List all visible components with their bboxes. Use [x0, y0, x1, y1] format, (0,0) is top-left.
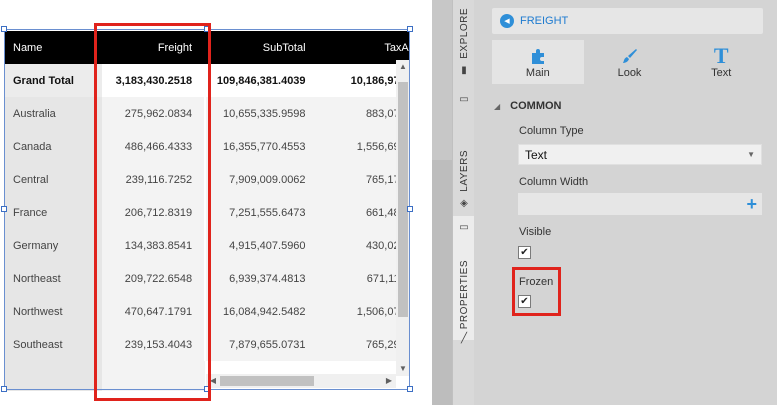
pivot-grid-area: Name Freight SubTotal TaxAmt Grand Total… — [0, 0, 432, 405]
properties-window-icon: ▭ — [459, 222, 469, 233]
back-arrow-icon[interactable]: ◀ — [500, 14, 514, 28]
column-width-field[interactable]: + — [518, 193, 762, 215]
tab-layers[interactable]: ▭ LAYERS ◈ — [453, 94, 475, 209]
visible-checkbox[interactable]: ✔ — [518, 246, 531, 259]
common-section-header[interactable]: ◢ COMMON — [494, 100, 561, 112]
expand-icon[interactable]: ◢ — [494, 102, 500, 111]
resize-handle[interactable] — [407, 26, 413, 32]
tab-properties-label: PROPERTIES — [458, 260, 470, 330]
tab-layers-label: LAYERS — [458, 150, 470, 192]
section-title: COMMON — [510, 100, 562, 112]
tab-explore-label: EXPLORE — [458, 8, 470, 59]
breadcrumb[interactable]: ◀ FREIGHT — [492, 8, 763, 34]
splitter-scroll — [432, 160, 452, 405]
layers-icon: ◈ — [460, 197, 468, 209]
frozen-highlight — [512, 267, 561, 316]
text-icon: T — [713, 43, 729, 68]
side-tab-strip: EXPLORE ▮ ▭ LAYERS ◈ ▭ PROPERTIES ╱ — [452, 0, 475, 405]
brush-icon — [621, 45, 639, 67]
resize-handle[interactable] — [407, 386, 413, 392]
explore-icon: ▮ — [461, 64, 467, 76]
tab-text[interactable]: T Text — [675, 40, 767, 84]
resize-handle[interactable] — [1, 206, 7, 212]
resize-handle[interactable] — [407, 206, 413, 212]
properties-panel: ◀ FREIGHT Main Look T Text ◢ COMMON Colu… — [474, 0, 777, 405]
column-type-select[interactable]: Text ▼ — [518, 144, 762, 165]
breadcrumb-label: FREIGHT — [520, 15, 569, 27]
tab-main[interactable]: Main — [492, 40, 584, 84]
column-type-value: Text — [525, 147, 548, 162]
visible-label: Visible — [519, 226, 552, 238]
tab-main-label: Main — [525, 67, 550, 79]
puzzle-icon — [529, 45, 547, 67]
tab-look[interactable]: Look — [584, 40, 676, 84]
tab-explore[interactable]: EXPLORE ▮ — [453, 8, 475, 86]
tab-properties[interactable]: ▭ PROPERTIES ╱ — [453, 216, 475, 344]
panel-splitter[interactable] — [432, 0, 452, 405]
column-type-label: Column Type — [519, 125, 584, 137]
resize-handle[interactable] — [1, 26, 7, 32]
tab-text-label: Text — [711, 67, 732, 79]
pencil-icon: ╱ — [460, 333, 468, 345]
tab-look-label: Look — [617, 67, 642, 79]
freight-column-highlight — [94, 23, 211, 401]
property-subtabs: Main Look T Text — [492, 40, 767, 84]
plus-icon[interactable]: + — [746, 193, 757, 215]
resize-handle[interactable] — [1, 386, 7, 392]
chevron-down-icon[interactable]: ▼ — [747, 150, 755, 159]
layers-window-icon: ▭ — [459, 94, 469, 105]
column-width-label: Column Width — [519, 176, 589, 188]
